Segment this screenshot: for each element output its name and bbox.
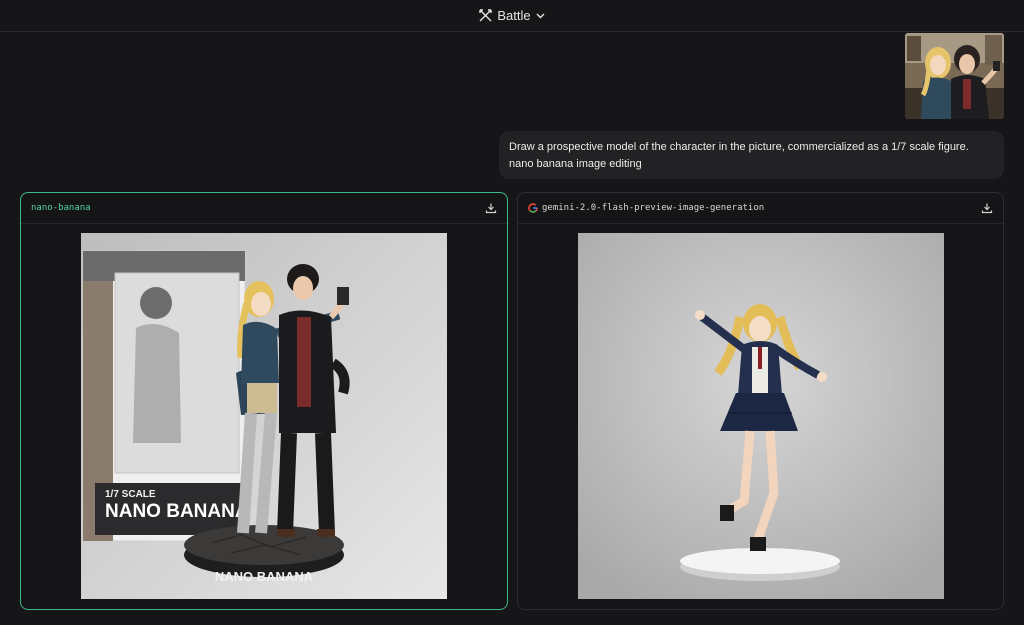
response-panel-header: nano-banana bbox=[21, 193, 507, 224]
uploaded-reference-image[interactable] bbox=[905, 33, 1004, 119]
prompt-text-line1: Draw a prospective model of the characte… bbox=[509, 141, 969, 153]
generated-image-a[interactable]: 1/7 SCALE NANO BANANA NANO BANANA bbox=[81, 233, 447, 599]
chevron-down-icon bbox=[536, 13, 545, 19]
battle-swords-icon bbox=[479, 9, 493, 22]
top-bar: Battle bbox=[0, 0, 1024, 32]
download-icon[interactable] bbox=[485, 202, 497, 214]
box-scale-text: 1/7 SCALE bbox=[105, 489, 156, 500]
figure-box: 1/7 SCALE NANO BANANA bbox=[82, 250, 249, 542]
base-label-text: NANO BANANA bbox=[215, 569, 314, 584]
prompt-text-line2: nano banana image editing bbox=[509, 158, 642, 170]
google-g-icon bbox=[528, 203, 538, 213]
response-panel-header: gemini-2.0-flash-preview-image-generatio… bbox=[518, 193, 1003, 224]
box-title-text: NANO BANANA bbox=[105, 501, 249, 522]
user-prompt-bubble: Draw a prospective model of the characte… bbox=[499, 131, 1004, 179]
download-icon[interactable] bbox=[981, 202, 993, 214]
generated-image-b[interactable] bbox=[578, 233, 944, 599]
model-name-label: nano-banana bbox=[31, 203, 91, 213]
response-panel-b[interactable]: gemini-2.0-flash-preview-image-generatio… bbox=[517, 192, 1004, 610]
model-name-label: gemini-2.0-flash-preview-image-generatio… bbox=[542, 203, 765, 213]
response-panel-a[interactable]: nano-banana 1/7 SCALE NANO BANANA NANO B… bbox=[20, 192, 508, 610]
mode-selector[interactable]: Battle bbox=[479, 8, 545, 23]
mode-label: Battle bbox=[497, 8, 531, 23]
